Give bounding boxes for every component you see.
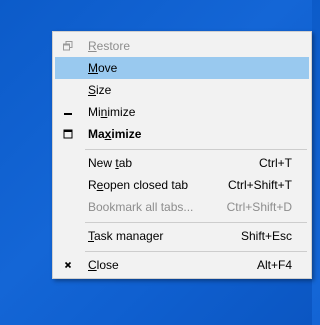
close-icon [61,258,75,272]
menu-item-shortcut: Ctrl+Shift+T [227,178,292,192]
minimize-icon [61,105,75,119]
menu-item-minimize[interactable]: Minimize [55,101,309,123]
menu-item-move[interactable]: Move [55,57,309,79]
menu-item-label: Reopen closed tab [88,178,189,192]
menu-item-shortcut: Alt+F4 [256,258,292,272]
menu-item-label: Close [88,258,119,272]
menu-item-new-tab[interactable]: New tab Ctrl+T [55,152,309,174]
menu-item-bookmark-all-tabs[interactable]: Bookmark all tabs... Ctrl+Shift+D [55,196,309,218]
menu-item-maximize[interactable]: Maximize [55,123,309,145]
window-system-menu: Restore Move Size Minimize Maximize New … [52,31,312,279]
menu-item-restore[interactable]: Restore [55,35,309,57]
menu-item-label: Maximize [88,127,142,141]
menu-item-label: Task manager [88,229,164,243]
menu-separator [85,251,307,252]
maximize-icon [61,127,75,141]
menu-separator [85,149,307,150]
menu-separator [85,222,307,223]
menu-item-shortcut: Ctrl+Shift+D [226,200,292,214]
menu-item-label: Minimize [88,105,136,119]
menu-item-label: New tab [88,156,133,170]
menu-item-label: Size [88,83,112,97]
menu-item-size[interactable]: Size [55,79,309,101]
menu-item-reopen-closed-tab[interactable]: Reopen closed tab Ctrl+Shift+T [55,174,309,196]
restore-icon [61,39,75,53]
menu-item-label: Bookmark all tabs... [88,200,194,214]
menu-item-shortcut: Shift+Esc [240,229,292,243]
menu-item-label: Restore [88,39,131,53]
menu-item-task-manager[interactable]: Task manager Shift+Esc [55,225,309,247]
menu-item-label: Move [88,61,118,75]
menu-item-shortcut: Ctrl+T [259,156,292,170]
menu-item-close[interactable]: Close Alt+F4 [55,254,309,276]
